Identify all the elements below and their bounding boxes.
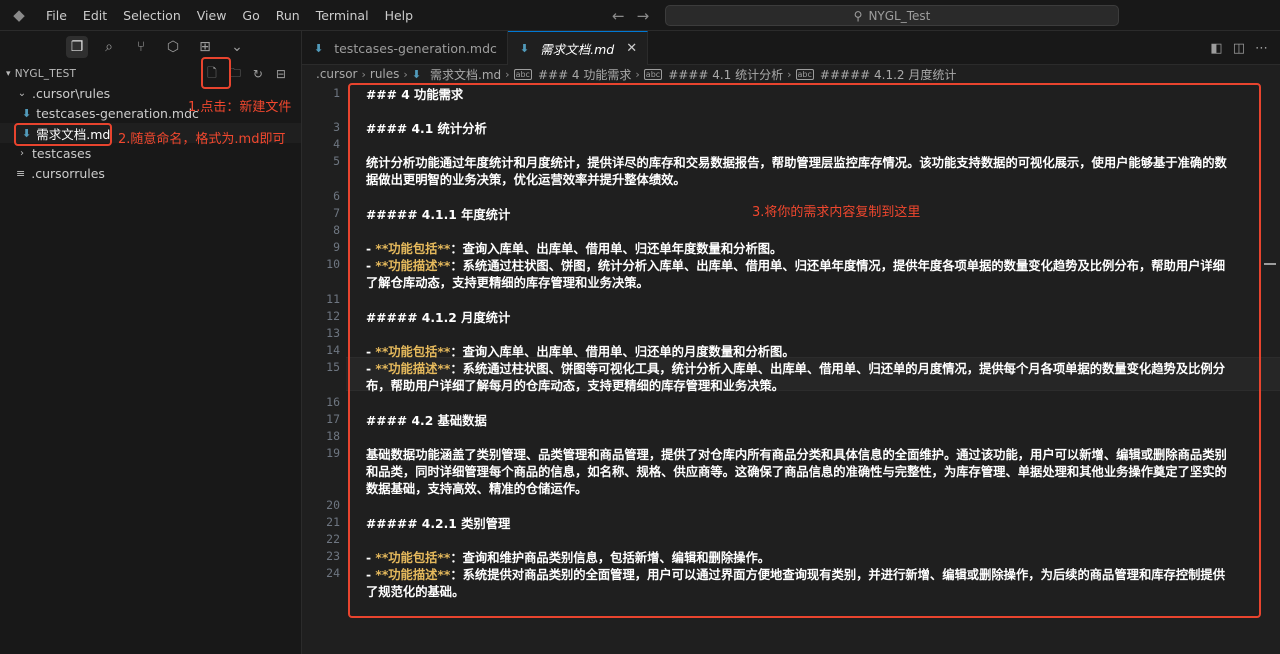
rules-file-icon: ≡: [16, 166, 26, 180]
chevron-right-icon: ›: [635, 67, 640, 81]
annotation-step2: 2.随意命名，格式为.md即可: [118, 132, 286, 147]
symbol-string-icon: abc: [643, 68, 663, 80]
line-number: 15: [326, 360, 340, 374]
grid-icon[interactable]: ⊞: [194, 36, 216, 58]
markdown-file-icon: ⬇: [519, 42, 530, 55]
split-editor-icon[interactable]: ◫: [1233, 41, 1245, 56]
line-number: 12: [326, 309, 340, 323]
scrollbar-marker: [1264, 263, 1276, 265]
line-number: 18: [326, 429, 340, 443]
line-number: 20: [326, 498, 340, 512]
annotation-box-new-md-file: [14, 123, 112, 146]
chevron-right-icon: ›: [787, 67, 792, 81]
annotation-step1: 1.点击：新建文件: [188, 100, 292, 115]
source-control-icon[interactable]: ⑂: [130, 36, 152, 58]
menu-file[interactable]: File: [38, 0, 75, 31]
menu-go[interactable]: Go: [234, 0, 267, 31]
refresh-icon[interactable]: ↻: [250, 66, 266, 82]
nav-arrows: ← →: [612, 0, 649, 31]
search-panel-icon[interactable]: ⌕: [98, 36, 120, 58]
extensions-cube-icon[interactable]: ⬡: [162, 36, 184, 58]
title-bar: ◆ File Edit Selection View Go Run Termin…: [0, 0, 1280, 31]
breadcrumb-item[interactable]: .cursor: [316, 67, 357, 81]
symbol-string-icon: abc: [513, 68, 532, 80]
search-icon: ⚲: [853, 8, 863, 23]
tree-item-label: testcases-generation.mdc: [36, 105, 199, 121]
menu-terminal[interactable]: Terminal: [308, 0, 377, 31]
line-number: 8: [333, 223, 340, 237]
line-number: 3: [333, 120, 340, 134]
search-text: NYGL_Test: [868, 8, 931, 23]
more-actions-icon[interactable]: ⋯: [1255, 41, 1268, 56]
markdown-file-icon: ⬇: [22, 106, 32, 120]
chevron-right-icon: ›: [361, 67, 366, 81]
editor-actions: ◧ ◫ ⋯: [1210, 31, 1268, 65]
open-preview-icon[interactable]: ◧: [1210, 41, 1222, 56]
tree-item-label: .cursor\rules: [32, 85, 111, 101]
line-number: 19: [326, 446, 340, 460]
tab-requirements-doc[interactable]: ⬇ 需求文档.md ✕: [507, 31, 649, 65]
line-number: 10: [326, 257, 340, 271]
tab-testcases-generation[interactable]: ⬇ testcases-generation.mdc: [302, 31, 508, 65]
menu-view[interactable]: View: [189, 0, 235, 31]
tab-label: 需求文档.md: [540, 42, 615, 57]
explorer-icon[interactable]: ❐: [66, 36, 88, 58]
chevron-right-icon: ›: [403, 67, 408, 81]
breadcrumb-item[interactable]: 需求文档.md: [430, 66, 501, 83]
explorer-root-header[interactable]: ▾ NYGL_TEST 🗋 🗀 ↻ ⊟: [0, 63, 301, 85]
activity-bar: ❐ ⌕ ⑂ ⬡ ⊞ ⌄: [0, 31, 301, 63]
markdown-file-icon: ⬇: [314, 41, 324, 55]
line-number: 7: [333, 206, 340, 220]
annotation-box-editor-content: [348, 83, 1261, 618]
line-number: 4: [333, 137, 340, 151]
menu-selection[interactable]: Selection: [115, 0, 189, 31]
collapse-all-icon[interactable]: ⊟: [273, 66, 289, 82]
menu-run[interactable]: Run: [268, 0, 308, 31]
chevron-down-icon: ▾: [6, 69, 11, 79]
editor-tabs: ⬇ testcases-generation.mdc ⬇ 需求文档.md ✕ ◧…: [302, 31, 1280, 65]
line-number: 13: [326, 326, 340, 340]
breadcrumb: .cursor › rules › ⬇ 需求文档.md › abc ### 4 …: [302, 65, 1280, 83]
line-number: 24: [326, 566, 340, 580]
chevron-right-icon: ›: [505, 67, 510, 81]
line-number: 16: [326, 395, 340, 409]
menu-edit[interactable]: Edit: [75, 0, 115, 31]
chevron-down-icon: ⌄: [17, 87, 27, 99]
line-number: 11: [326, 292, 340, 306]
explorer-root-label: NYGL_TEST: [14, 68, 77, 80]
line-number: 14: [326, 343, 340, 357]
markdown-file-icon: ⬇: [411, 67, 422, 81]
breadcrumb-item[interactable]: rules: [370, 67, 400, 81]
line-number: 22: [326, 532, 340, 546]
line-number: 5: [333, 154, 340, 168]
back-arrow-icon[interactable]: ←: [612, 7, 625, 25]
tree-item-label: .cursorrules: [31, 165, 105, 181]
line-number: 23: [326, 549, 340, 563]
chevron-right-icon: ›: [20, 147, 24, 159]
close-icon[interactable]: ✕: [626, 41, 637, 56]
line-number: 17: [326, 412, 340, 426]
breadcrumb-item[interactable]: #### 4.1 统计分析: [668, 66, 783, 83]
line-number: 21: [326, 515, 340, 529]
annotation-box-new-file: [201, 57, 231, 89]
breadcrumb-item[interactable]: ### 4 功能需求: [538, 66, 631, 83]
line-number: 1: [333, 86, 340, 100]
chevron-down-icon[interactable]: ⌄: [226, 36, 248, 58]
menu-help[interactable]: Help: [377, 0, 422, 31]
annotation-step3: 3.将你的需求内容复制到这里: [752, 205, 921, 220]
forward-arrow-icon[interactable]: →: [637, 7, 650, 25]
menubar: File Edit Selection View Go Run Terminal…: [38, 0, 421, 31]
breadcrumb-item[interactable]: ##### 4.1.2 月度统计: [820, 66, 956, 83]
tree-file-cursorrules[interactable]: ≡ .cursorrules: [0, 163, 301, 183]
cursor-logo-icon: ◆: [13, 6, 25, 24]
symbol-string-icon: abc: [795, 68, 814, 80]
tab-label: testcases-generation.mdc: [334, 40, 497, 56]
command-center-search[interactable]: ⚲ NYGL_Test: [665, 5, 1119, 26]
editor-area[interactable]: 1 3 4 5 6 7 8 9 10 11 12 13 14 15 16 17 …: [302, 83, 1280, 654]
sidebar: ❐ ⌕ ⑂ ⬡ ⊞ ⌄ ▾ NYGL_TEST 🗋 🗀 ↻ ⊟ ⌄ .curso…: [0, 31, 302, 654]
tree-item-label: testcases: [32, 145, 92, 161]
line-number: 6: [333, 189, 340, 203]
line-number: 9: [333, 240, 340, 254]
